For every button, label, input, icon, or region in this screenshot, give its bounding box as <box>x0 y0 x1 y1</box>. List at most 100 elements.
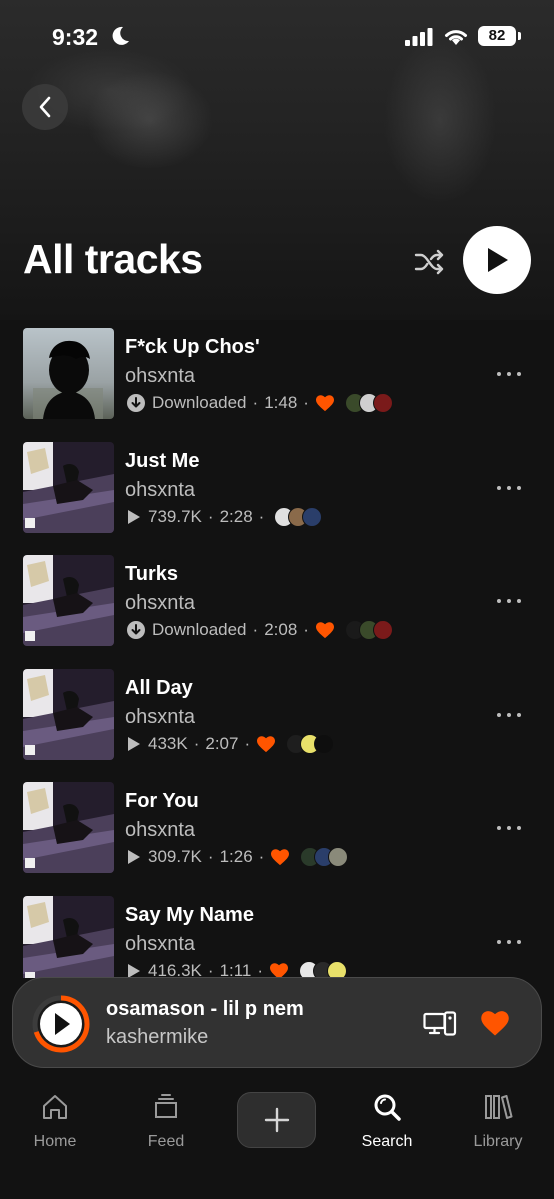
track-meta: 433K · 2:07 · <box>126 733 335 755</box>
chevron-left-icon <box>39 96 51 118</box>
track-row[interactable]: All Day ohsxnta 433K · 2:07 · <box>0 668 554 761</box>
track-meta: 309.7K · 1:26 · <box>126 846 349 868</box>
track-row[interactable]: Say My Name ohsxnta 416.3K · 1:11 · <box>0 896 554 978</box>
downloaded-icon <box>127 394 145 412</box>
search-icon <box>374 1094 401 1121</box>
tab-search[interactable]: Search <box>342 1092 432 1151</box>
track-title: For You <box>125 790 199 813</box>
liker-avatars <box>300 847 349 868</box>
moon-icon <box>112 26 129 45</box>
track-artwork <box>23 328 114 419</box>
more-options-icon[interactable] <box>494 364 524 384</box>
liker-avatars <box>344 620 393 641</box>
track-duration: 1:48 <box>264 393 298 412</box>
status-time: 9:32 <box>52 24 99 50</box>
download-status: Downloaded <box>152 393 247 412</box>
track-row[interactable]: For You ohsxnta 309.7K · 1:26 · <box>0 782 554 874</box>
track-row[interactable]: Turks ohsxnta Downloaded · 2:08 · <box>0 555 554 647</box>
more-options-icon[interactable] <box>494 591 524 611</box>
track-artwork <box>23 668 114 760</box>
more-options-icon[interactable] <box>494 478 524 498</box>
track-artist: ohsxnta <box>125 478 196 501</box>
mini-player-title: osamason - lil p nem <box>106 998 304 1020</box>
bottom-tab-bar: Home Feed Search Library <box>0 1078 554 1199</box>
tab-label: Home <box>33 1133 77 1150</box>
avatar <box>314 733 335 754</box>
play-count: 739.7K <box>148 506 202 526</box>
play-count-icon <box>128 850 140 865</box>
track-duration: 2:08 <box>264 620 298 640</box>
track-title: All Day <box>125 676 193 699</box>
liker-avatars <box>274 506 323 527</box>
track-meta: 739.7K · 2:28 · <box>126 506 323 528</box>
track-artwork <box>23 441 114 533</box>
track-title: Turks <box>125 563 178 586</box>
avatar <box>302 506 323 527</box>
avatar <box>327 961 348 978</box>
tab-label: Library <box>473 1133 523 1150</box>
track-artist: ohsxnta <box>125 365 196 387</box>
upload-button[interactable] <box>237 1092 316 1148</box>
track-artwork <box>23 896 114 978</box>
mini-player-artist: kashermike <box>106 1026 209 1048</box>
track-duration: 1:26 <box>219 847 253 867</box>
liked-heart-icon <box>271 849 290 866</box>
liker-avatars <box>286 733 335 754</box>
play-count-icon <box>128 736 140 751</box>
tab-feed[interactable]: Feed <box>121 1092 211 1151</box>
track-row[interactable]: Just Me ohsxnta 739.7K · 2:28 · <box>0 441 554 534</box>
back-button[interactable] <box>22 84 68 130</box>
track-list: F*ck Up Chos' ohsxnta Downloaded · 1:48 · Just… <box>0 328 554 978</box>
track-duration: 1:11 <box>219 961 252 978</box>
page-title: All tracks <box>23 236 203 282</box>
track-meta: Downloaded · 2:08 · <box>126 619 393 641</box>
tab-label: Feed <box>147 1133 185 1150</box>
mini-player[interactable]: osamason - lil p nem kashermike <box>12 977 542 1068</box>
battery-indicator: 82 <box>478 26 521 46</box>
avatar <box>372 393 393 413</box>
track-meta: Downloaded · 1:48 · <box>126 392 393 414</box>
liked-heart-icon <box>315 395 334 412</box>
like-icon[interactable] <box>480 1009 510 1037</box>
liker-avatars <box>344 393 393 413</box>
avatar <box>328 847 349 868</box>
more-options-icon[interactable] <box>494 705 524 725</box>
avatar <box>372 620 393 641</box>
track-artist: ohsxnta <box>125 933 196 955</box>
track-artist: ohsxnta <box>125 705 196 728</box>
tab-library[interactable]: Library <box>453 1092 543 1151</box>
wifi-icon <box>445 30 467 45</box>
tab-label: Search <box>361 1133 413 1150</box>
track-artwork <box>23 555 114 647</box>
shuffle-icon[interactable] <box>413 247 445 277</box>
more-options-icon[interactable] <box>494 932 524 952</box>
mini-player-play-button[interactable] <box>31 994 91 1054</box>
track-artwork <box>23 782 114 874</box>
track-duration: 2:28 <box>219 506 253 526</box>
play-all-button[interactable] <box>463 226 531 294</box>
devices-icon[interactable] <box>423 1011 457 1037</box>
track-title: Say My Name <box>125 904 254 926</box>
track-artist: ohsxnta <box>125 819 196 842</box>
liked-heart-icon <box>270 963 289 978</box>
library-icon <box>485 1095 513 1119</box>
liked-heart-icon <box>257 736 276 752</box>
track-title: F*ck Up Chos' <box>125 336 260 358</box>
play-count-icon <box>128 964 140 978</box>
cellular-signal-icon <box>405 28 433 46</box>
feed-icon <box>155 1094 177 1118</box>
downloaded-icon <box>127 621 145 640</box>
track-meta: 416.3K · 1:11 · <box>126 960 348 978</box>
play-count-icon <box>128 509 140 524</box>
track-row[interactable]: F*ck Up Chos' ohsxnta Downloaded · 1:48 · <box>0 328 554 420</box>
play-count: 416.3K <box>148 961 202 978</box>
plus-icon <box>264 1107 289 1133</box>
play-count: 309.7K <box>148 847 202 867</box>
play-count: 433K <box>148 733 188 753</box>
download-status: Downloaded <box>152 620 247 640</box>
liker-avatars <box>299 961 348 978</box>
track-duration: 2:07 <box>205 733 239 753</box>
status-bar: 9:32 82 <box>0 0 554 72</box>
tab-home[interactable]: Home <box>10 1092 100 1151</box>
more-options-icon[interactable] <box>494 818 524 838</box>
